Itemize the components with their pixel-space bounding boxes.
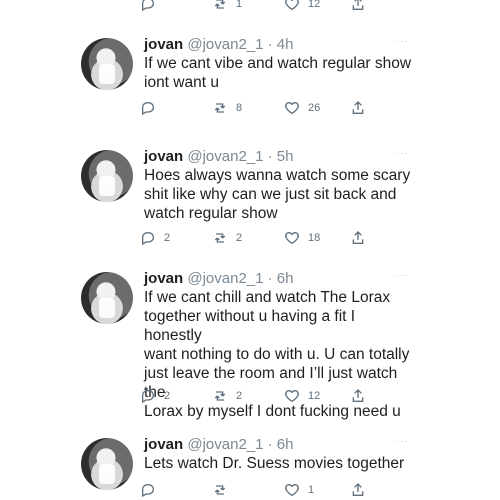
- tweet[interactable]: jovan @jovan2_1 · 5h ··· Hoes always wan…: [0, 144, 500, 254]
- like-count: 1: [308, 484, 315, 496]
- share-icon: [352, 389, 364, 402]
- like-button[interactable]: 26: [284, 98, 320, 118]
- avatar[interactable]: [81, 38, 133, 90]
- tweet-actions: 8 26: [140, 98, 380, 118]
- retweet-icon: [214, 391, 226, 401]
- tweet[interactable]: jovan @jovan2_1 · 6h ··· Lets watch Dr. …: [0, 434, 500, 500]
- display-name[interactable]: jovan: [144, 270, 183, 287]
- like-count: 12: [308, 0, 321, 10]
- share-icon: [352, 101, 364, 114]
- heart-icon: [285, 231, 299, 245]
- share-icon: [352, 0, 364, 10]
- retweet-button[interactable]: 2: [212, 386, 242, 406]
- reply-button[interactable]: [140, 0, 156, 14]
- avatar[interactable]: [81, 272, 133, 324]
- share-button[interactable]: [350, 0, 366, 14]
- reply-count: 2: [164, 232, 171, 244]
- more-options-icon[interactable]: ···: [396, 270, 409, 281]
- reply-icon: [142, 389, 155, 404]
- retweet-icon: [214, 233, 226, 243]
- retweet-icon: [214, 485, 226, 495]
- avatar[interactable]: [81, 150, 133, 202]
- like-button[interactable]: 1: [284, 480, 314, 500]
- reply-icon: [142, 101, 155, 116]
- reply-button[interactable]: 2: [140, 228, 170, 248]
- handle-and-time: @jovan2_1 · 4h: [187, 36, 294, 53]
- retweet-button[interactable]: [212, 480, 236, 500]
- handle-and-time: @jovan2_1 · 5h: [187, 148, 294, 165]
- tweet-header: jovan @jovan2_1 · 6h: [144, 436, 294, 453]
- heart-icon: [285, 0, 299, 11]
- like-button[interactable]: 18: [284, 228, 320, 248]
- share-button[interactable]: [350, 480, 366, 500]
- retweet-button[interactable]: 8: [212, 98, 242, 118]
- retweet-button[interactable]: 1: [212, 0, 242, 14]
- previous-tweet-actions: 1 12: [0, 0, 500, 16]
- heart-icon: [285, 389, 299, 403]
- display-name[interactable]: jovan: [144, 436, 183, 453]
- retweet-count: 1: [236, 0, 243, 10]
- retweet-count: 8: [236, 102, 243, 114]
- like-button[interactable]: 12: [284, 0, 320, 14]
- tweet-actions: 1: [140, 480, 380, 500]
- tweet[interactable]: jovan @jovan2_1 · 4h ··· If we cant vibe…: [0, 32, 500, 132]
- retweet-count: 2: [236, 232, 243, 244]
- display-name[interactable]: jovan: [144, 36, 183, 53]
- retweet-icon: [214, 0, 226, 9]
- share-icon: [352, 231, 364, 244]
- tweet-text: Lets watch Dr. Suess movies together: [144, 455, 405, 472]
- more-options-icon[interactable]: ···: [396, 436, 409, 447]
- reply-icon: [142, 483, 155, 498]
- share-button[interactable]: [350, 98, 366, 118]
- tweet-text: Hoes always wanna watch some scary shit …: [144, 167, 411, 222]
- reply-button[interactable]: [140, 480, 164, 500]
- share-icon: [352, 483, 364, 496]
- reply-button[interactable]: [140, 98, 164, 118]
- reply-count: 2: [164, 390, 171, 402]
- tweet-header: jovan @jovan2_1 · 5h: [144, 148, 294, 165]
- share-button[interactable]: [350, 228, 366, 248]
- tweet-text: If we cant vibe and watch regular show i…: [144, 55, 412, 91]
- tweet-actions: 2 2 18: [140, 228, 380, 248]
- like-count: 18: [308, 232, 321, 244]
- tweet[interactable]: jovan @jovan2_1 · 6h ··· If we cant chil…: [0, 266, 500, 420]
- reply-button[interactable]: 2: [140, 386, 170, 406]
- like-button[interactable]: 12: [284, 386, 320, 406]
- handle-and-time: @jovan2_1 · 6h: [187, 436, 294, 453]
- reply-icon: [142, 231, 155, 246]
- more-options-icon[interactable]: ···: [396, 36, 409, 47]
- retweet-count: 2: [236, 390, 243, 402]
- tweet-header: jovan @jovan2_1 · 6h: [144, 270, 294, 287]
- tweet-header: jovan @jovan2_1 · 4h: [144, 36, 294, 53]
- avatar[interactable]: [81, 438, 133, 490]
- like-count: 26: [308, 102, 321, 114]
- handle-and-time: @jovan2_1 · 6h: [187, 270, 294, 287]
- display-name[interactable]: jovan: [144, 148, 183, 165]
- heart-icon: [285, 483, 299, 497]
- more-options-icon[interactable]: ···: [396, 148, 409, 159]
- retweet-button[interactable]: 2: [212, 228, 242, 248]
- retweet-icon: [214, 103, 226, 113]
- tweet-actions: 2 2 12: [140, 386, 380, 406]
- share-button[interactable]: [350, 386, 366, 406]
- like-count: 12: [308, 390, 321, 402]
- reply-icon: [142, 0, 155, 12]
- heart-icon: [285, 101, 299, 115]
